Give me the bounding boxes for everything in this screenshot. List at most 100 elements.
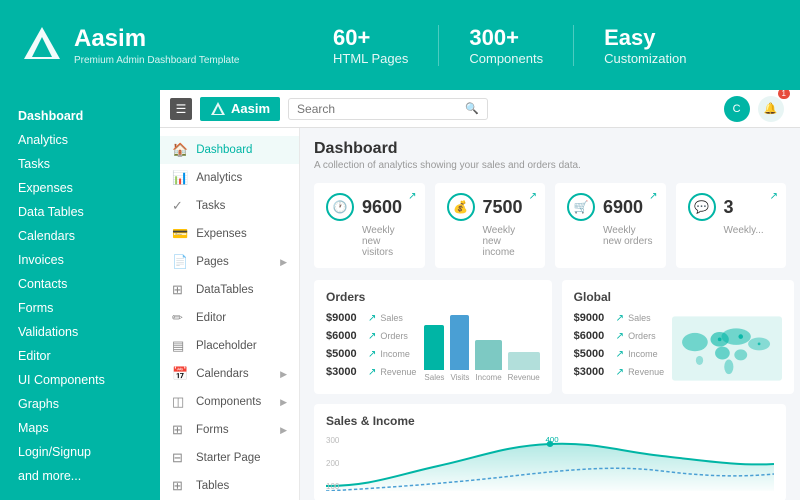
main-area: Dashboard Analytics Tasks Expenses Data …	[0, 90, 800, 500]
sidebar-item-expenses[interactable]: 💳 Expenses	[160, 220, 299, 248]
left-nav: Dashboard Analytics Tasks Expenses Data …	[0, 90, 160, 500]
sidebar-item-dashboard[interactable]: 🏠 Dashboard	[160, 136, 299, 164]
global-revenue-label: Revenue	[628, 367, 664, 377]
income-icon: 💰	[447, 193, 475, 221]
income-trend-icon: ↗	[368, 349, 376, 360]
sidebar-item-components[interactable]: ◫ Components ▶	[160, 388, 299, 416]
income-number: 7500	[483, 197, 523, 218]
placeholder-icon: ▤	[172, 338, 188, 354]
bar-visits-fill	[450, 315, 469, 370]
dashboard-icon: 🏠	[172, 142, 188, 158]
left-nav-maps[interactable]: Maps	[0, 416, 160, 440]
left-nav-more[interactable]: and more...	[0, 464, 160, 488]
sidebar-item-forms[interactable]: ⊞ Forms ▶	[160, 416, 299, 444]
revenue-value: $3000	[326, 366, 364, 378]
sales-chart-svg: 400	[326, 436, 774, 491]
left-nav-editor[interactable]: Editor	[0, 344, 160, 368]
revenue-trend-icon: ↗	[368, 367, 376, 378]
feature-components: 300+ Components	[439, 25, 574, 66]
global-sales-trend-icon: ↗	[616, 313, 624, 324]
income-label: Weekly new income	[483, 225, 534, 258]
left-nav-graphs[interactable]: Graphs	[0, 392, 160, 416]
notification-icon[interactable]: 🔔	[758, 96, 784, 122]
chevron-right-icon-3: ▶	[280, 397, 287, 408]
sidebar-label-analytics: Analytics	[196, 172, 242, 184]
sidebar-item-datatables[interactable]: ⊞ DataTables	[160, 276, 299, 304]
income-link-icon[interactable]: ↗	[529, 191, 537, 202]
brand-name: Aasim	[74, 25, 239, 53]
sidebar-item-editor[interactable]: ✏ Editor	[160, 304, 299, 332]
income-value: $5000	[326, 348, 364, 360]
sidebar-item-calendars[interactable]: 📅 Calendars ▶	[160, 360, 299, 388]
orders-trend-icon: ↗	[368, 331, 376, 342]
tasks-icon: ✓	[172, 198, 188, 214]
feature-html-pages: 60+ HTML Pages	[303, 25, 439, 66]
orders-bar-chart: Sales Visits Income	[424, 312, 539, 382]
feature-number-1: 60+	[333, 25, 408, 51]
sidebar-label-forms: Forms	[196, 424, 229, 436]
left-nav-login[interactable]: Login/Signup	[0, 440, 160, 464]
sales-label: Sales	[380, 313, 403, 323]
orders-icon: 🛒	[567, 193, 595, 221]
sidebar-label-components: Components	[196, 396, 261, 408]
sales-panel-title: Sales & Income	[326, 414, 774, 428]
bar-revenue-fill	[508, 352, 540, 370]
sidebar-item-tables[interactable]: ⊞ Tables	[160, 472, 299, 500]
left-nav-invoices[interactable]: Invoices	[0, 248, 160, 272]
sales-trend-icon: ↗	[368, 313, 376, 324]
datatables-icon: ⊞	[172, 282, 188, 298]
orders-panel-title: Orders	[326, 290, 540, 304]
stat-card-income: 💰 7500 Weekly new income ↗	[435, 183, 546, 268]
global-stats: $9000 ↗ Sales $6000 ↗ Orders	[574, 312, 664, 384]
income-stat-label: Income	[380, 349, 410, 359]
sidebar-item-pages[interactable]: 📄 Pages ▶	[160, 248, 299, 276]
sidebar-label-tasks: Tasks	[196, 200, 225, 212]
sidebar-item-starter[interactable]: ⊟ Starter Page	[160, 444, 299, 472]
left-nav-ui-components[interactable]: UI Components	[0, 368, 160, 392]
sidebar-toggle[interactable]: ☰	[170, 98, 192, 120]
bar-sales-label: Sales	[424, 373, 444, 382]
bar-sales-fill	[424, 325, 444, 370]
orders-link-icon[interactable]: ↗	[649, 191, 657, 202]
sidebar-item-analytics[interactable]: 📊 Analytics	[160, 164, 299, 192]
top-banner: Aasim Premium Admin Dashboard Template 6…	[0, 0, 800, 90]
search-input[interactable]	[297, 102, 465, 116]
chevron-right-icon: ▶	[280, 257, 287, 268]
left-nav-datatables[interactable]: Data Tables	[0, 200, 160, 224]
orders-number: 6900	[603, 197, 643, 218]
chevron-right-icon-4: ▶	[280, 425, 287, 436]
chevron-right-icon-2: ▶	[280, 369, 287, 380]
search-bar[interactable]: 🔍	[288, 98, 488, 120]
sidebar-item-placeholder[interactable]: ▤ Placeholder	[160, 332, 299, 360]
stat-card-visitors: 🕐 9600 Weekly new visitors ↗	[314, 183, 425, 268]
starter-icon: ⊟	[172, 450, 188, 466]
left-nav-contacts[interactable]: Contacts	[0, 272, 160, 296]
left-nav-tasks[interactable]: Tasks	[0, 152, 160, 176]
visitors-link-icon[interactable]: ↗	[408, 191, 416, 202]
visitors-icon: 🕐	[326, 193, 354, 221]
left-nav-dashboard[interactable]: Dashboard	[0, 104, 160, 128]
messages-link-icon[interactable]: ↗	[770, 191, 778, 202]
inner-topbar: ☰ Aasim 🔍 C 🔔 1	[160, 90, 800, 128]
sidebar-label-starter: Starter Page	[196, 452, 261, 464]
global-sales-value: $9000	[574, 312, 612, 324]
left-nav-validations[interactable]: Validations	[0, 320, 160, 344]
inner-logo-icon	[210, 101, 226, 117]
left-nav-forms[interactable]: Forms	[0, 296, 160, 320]
feature-customization: Easy Customization	[574, 25, 716, 66]
user-icon[interactable]: C	[724, 96, 750, 122]
bar-sales: Sales	[424, 325, 444, 382]
stat-cards: 🕐 9600 Weekly new visitors ↗ 💰 7500 Week…	[314, 183, 786, 268]
global-income-label: Income	[628, 349, 658, 359]
left-nav-expenses[interactable]: Expenses	[0, 176, 160, 200]
left-nav-analytics[interactable]: Analytics	[0, 128, 160, 152]
orders-value: $6000	[326, 330, 364, 342]
expenses-icon: 💳	[172, 226, 188, 242]
sidebar-item-tasks[interactable]: ✓ Tasks	[160, 192, 299, 220]
global-stat-sales: $9000 ↗ Sales	[574, 312, 664, 324]
global-revenue-value: $3000	[574, 366, 612, 378]
left-nav-calendars[interactable]: Calendars	[0, 224, 160, 248]
messages-number: 3	[724, 197, 734, 218]
global-orders-label: Orders	[628, 331, 656, 341]
components-icon: ◫	[172, 394, 188, 410]
